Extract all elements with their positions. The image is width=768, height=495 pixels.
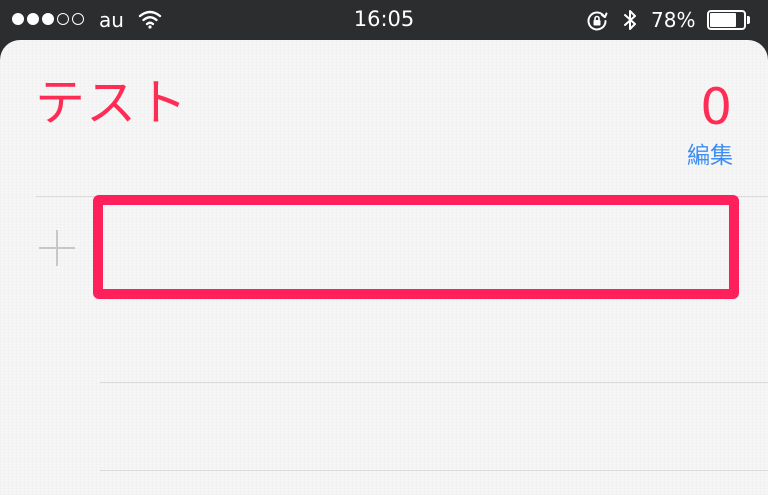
screen: au 16:05 78% テスト 0 編集 [0,0,768,495]
separator-line [100,382,768,383]
reminders-list-card: テスト 0 編集 [0,40,768,495]
orientation-lock-icon [585,9,609,37]
edit-button[interactable]: 編集 [687,145,733,168]
new-reminder-input[interactable] [106,212,721,290]
separator-line [36,196,768,197]
battery-percentage: 78% [651,8,696,32]
bluetooth-icon [622,8,638,36]
list-title: テスト [35,74,188,132]
separator-line [100,470,768,471]
battery-icon [707,10,752,31]
status-bar: au 16:05 78% [0,0,768,40]
item-count: 0 [700,78,732,136]
battery-level-fill [710,13,736,27]
plus-icon[interactable] [37,228,77,268]
